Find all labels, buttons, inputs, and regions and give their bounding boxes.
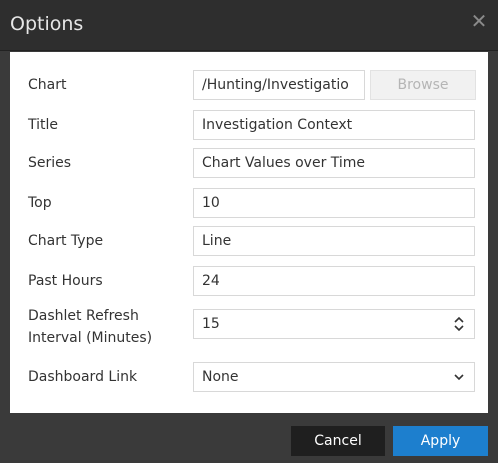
title-row: Title Investigation Context: [10, 110, 488, 140]
chart-type-input[interactable]: Line: [193, 226, 475, 256]
cancel-button[interactable]: Cancel: [291, 426, 385, 456]
options-form: Chart /Hunting/Investigatio Browse Title…: [10, 52, 488, 413]
top-label: Top: [28, 195, 52, 211]
series-label: Series: [28, 155, 72, 171]
close-icon[interactable]: ✕: [468, 10, 490, 32]
chart-type-row: Chart Type Line: [10, 226, 488, 256]
chart-label: Chart: [28, 77, 67, 93]
past-hours-row: Past Hours 24: [10, 266, 488, 296]
top-row: Top 10: [10, 188, 488, 218]
refresh-row: Dashlet Refresh Interval (Minutes) 15: [10, 304, 488, 350]
spinner-arrows-icon[interactable]: [452, 316, 466, 332]
browse-button[interactable]: Browse: [370, 70, 476, 100]
chevron-down-icon: [454, 374, 464, 381]
chart-row: Chart /Hunting/Investigatio Browse: [10, 70, 488, 100]
past-hours-label: Past Hours: [28, 273, 103, 289]
refresh-interval-stepper[interactable]: 15: [193, 309, 475, 339]
apply-button[interactable]: Apply: [393, 426, 488, 456]
refresh-label-line2: Interval (Minutes): [28, 330, 153, 346]
dialog-title: Options: [10, 13, 84, 35]
top-input[interactable]: 10: [193, 188, 475, 218]
dashboard-link-select[interactable]: None: [193, 362, 475, 392]
chart-type-label: Chart Type: [28, 233, 104, 249]
title-input[interactable]: Investigation Context: [193, 110, 475, 140]
series-row: Series Chart Values over Time: [10, 148, 488, 178]
chart-path-input[interactable]: /Hunting/Investigatio: [193, 70, 365, 100]
dashboard-link-value: None: [202, 369, 239, 385]
dialog-titlebar: Options ✕: [0, 0, 498, 51]
dialog-footer: Cancel Apply: [0, 414, 498, 463]
dashboard-link-label: Dashboard Link: [28, 369, 138, 385]
series-input[interactable]: Chart Values over Time: [193, 148, 475, 178]
title-label: Title: [28, 117, 59, 133]
refresh-label-line1: Dashlet Refresh: [28, 308, 139, 324]
dashboard-link-row: Dashboard Link None: [10, 362, 488, 392]
past-hours-input[interactable]: 24: [193, 266, 475, 296]
refresh-interval-value: 15: [202, 316, 220, 332]
options-dialog: Options ✕ Chart /Hunting/Investigatio Br…: [0, 0, 498, 463]
